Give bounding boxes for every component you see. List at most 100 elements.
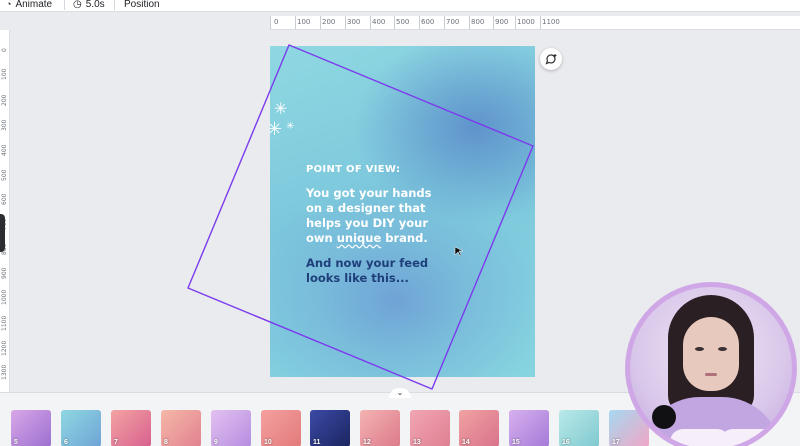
ruler-label: 1000 [517,18,535,26]
ruler-tick [345,16,346,29]
ruler-label: 300 [1,119,8,131]
ruler-tick [444,16,445,29]
ruler-label: 100 [297,18,311,26]
ruler-label: 400 [372,18,386,26]
chevron-down-icon: ⌄ [396,388,404,397]
duration-button[interactable]: ◷ 5.0s [73,0,105,12]
page-number: 6 [64,439,68,446]
sparkle-icon: ✳ [270,119,283,139]
comment-icon [544,54,556,65]
page-thumbnail[interactable]: 13 [410,410,450,446]
page-thumbnail[interactable]: 7 [111,410,151,446]
body-text[interactable]: You got your hands on a designer that he… [306,186,431,246]
duration-label: 5.0s [85,0,105,10]
ruler-label: 200 [322,18,336,26]
position-label: Position [124,0,160,10]
canva-editor: ◔ Animate ◷ 5.0s Position 0 100 200 300 … [0,0,800,446]
ruler-label: 1300 [1,364,8,380]
page-number: 5 [14,439,18,446]
top-toolbar: ◔ Animate ◷ 5.0s Position [0,0,800,12]
ruler-tick [493,16,494,29]
page-thumbnail[interactable]: 16 [559,410,599,446]
ruler-tick [270,16,271,29]
side-panel-handle[interactable] [0,214,5,252]
page-number: 16 [562,439,570,446]
ruler-label: 900 [495,18,509,26]
page-number: 10 [264,439,272,446]
page-number: 13 [413,439,421,446]
body-fragment: own [306,231,337,245]
ruler-label: 900 [1,267,8,279]
page-thumbnail[interactable]: 11 [310,410,350,446]
ruler-tick [320,16,321,29]
page-thumbnail[interactable]: 14 [459,410,499,446]
heading-text[interactable]: POINT OF VIEW: [306,164,400,175]
page-thumbnail[interactable]: 15 [509,410,549,446]
body-line: And now your feed [306,256,429,270]
page-thumbnail[interactable]: 9 [211,410,251,446]
ruler-tick [419,16,420,29]
underlined-word: unique [336,231,382,245]
microphone-icon [652,405,676,429]
page-number: 15 [512,439,520,446]
ruler-label: 100 [1,68,8,80]
ruler-label: 600 [421,18,435,26]
body-text-2[interactable]: And now your feed looks like this... [306,256,428,286]
page-number: 17 [612,439,620,446]
ruler-label: 1200 [1,340,8,356]
page-thumbnail[interactable]: 12 [360,410,400,446]
presenter-eye [695,347,704,351]
page-thumbnail[interactable]: 8 [161,410,201,446]
ruler-tick [540,16,541,29]
ruler-label: 700 [446,18,460,26]
sparkle-icon: ✳ [286,121,295,132]
page-number: 9 [214,439,218,446]
page-number: 8 [164,439,168,446]
ruler-tick [515,16,516,29]
page-number: 14 [462,439,470,446]
page-number: 11 [313,439,321,446]
body-line: own unique brand. [306,231,431,246]
ruler-label: 0 [274,18,279,26]
ruler-label: 1000 [1,289,8,305]
ruler-label: 600 [1,193,8,205]
animate-label: Animate [15,0,53,10]
ruler-label: 0 [1,48,8,52]
clock-icon: ◷ [73,0,82,10]
sparkle-icon: ✳ [274,101,288,118]
presenter-eye [718,347,727,351]
toolbar-divider [114,0,115,10]
ruler-tick [370,16,371,29]
page-thumbnail[interactable]: 6 [61,410,101,446]
ruler-label: 500 [1,169,8,181]
ruler-label: 1100 [1,315,8,331]
ruler-label: 1100 [542,18,560,26]
ruler-label: 500 [396,18,410,26]
ruler-top: 0 100 200 300 400 500 600 700 800 900 10… [270,16,800,30]
presenter-mouth [705,373,717,376]
body-line: You got your hands [306,186,432,200]
ruler-tick [394,16,395,29]
animate-button[interactable]: ◔ Animate [6,0,52,12]
add-comment-button[interactable] [540,48,562,70]
position-button[interactable]: Position [124,0,160,12]
animate-icon: ◔ [6,0,12,9]
presenter-face [683,317,739,391]
body-line: helps you DIY your [306,216,429,230]
page-thumbnail[interactable]: 10 [261,410,301,446]
ruler-tick [469,16,470,29]
body-line: looks like this... [306,271,409,285]
webcam-bubble[interactable] [625,282,797,446]
body-fragment: brand. [381,231,428,245]
ruler-label: 400 [1,144,8,156]
cloud-decoration [720,429,790,446]
ruler-label: 800 [471,18,485,26]
design-page[interactable]: ✳ ✳ ✳ POINT OF VIEW: You got your hands … [270,46,535,377]
body-line: on a designer that [306,201,426,215]
page-number: 12 [363,439,371,446]
webcam-video [630,287,792,446]
page-thumbnail[interactable]: 5 [11,410,51,446]
page-number: 7 [114,439,118,446]
ruler-label: 300 [347,18,361,26]
ruler-label: 200 [1,94,8,106]
